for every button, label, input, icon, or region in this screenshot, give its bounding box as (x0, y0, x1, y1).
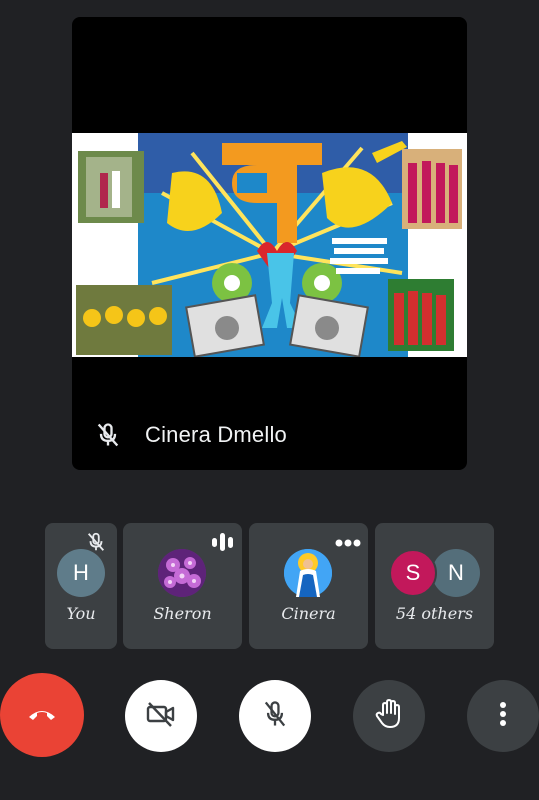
raise-hand-icon (374, 698, 404, 734)
participant-tile-cinera[interactable]: Cinera (249, 523, 368, 649)
camera-off-icon (145, 700, 177, 732)
avatar (158, 549, 206, 597)
raise-hand-button[interactable] (353, 680, 425, 752)
participant-label: Sheron (153, 604, 212, 623)
avatar-n: N (432, 549, 480, 597)
camera-toggle-button[interactable] (125, 680, 197, 752)
shared-media-image (72, 133, 467, 357)
mic-toggle-button[interactable] (239, 680, 311, 752)
hang-up-icon (27, 706, 57, 725)
avatar-s: S (389, 549, 437, 597)
mic-off-icon (261, 699, 289, 733)
participant-tile-sheron[interactable]: Sheron (123, 523, 242, 649)
avatar-letter: S (405, 560, 421, 585)
mic-off-icon (94, 420, 124, 450)
participant-label: 54 others (395, 604, 474, 623)
participant-tile-others[interactable]: N S 54 others (375, 523, 494, 649)
flowers-avatar-image (158, 549, 206, 597)
participant-label: You (66, 604, 96, 623)
avatar (284, 549, 332, 597)
end-call-button[interactable] (0, 673, 84, 757)
religious-figure-avatar-image (284, 549, 332, 597)
participant-label: Cinera (281, 604, 336, 623)
participant-tile-you[interactable]: H You (45, 523, 117, 649)
speaker-caption: Cinera Dmello (94, 417, 287, 453)
more-options-button[interactable] (467, 680, 539, 752)
main-speaker-tile[interactable]: Cinera Dmello (72, 17, 467, 470)
more-vertical-icon (499, 701, 507, 731)
audio-level-icon (210, 531, 236, 557)
speaker-name: Cinera Dmello (145, 422, 287, 447)
avatar-letter: N (448, 560, 464, 585)
mic-off-icon (85, 531, 107, 557)
more-dots-icon[interactable] (334, 533, 362, 552)
avatar-letter: H (73, 560, 89, 585)
